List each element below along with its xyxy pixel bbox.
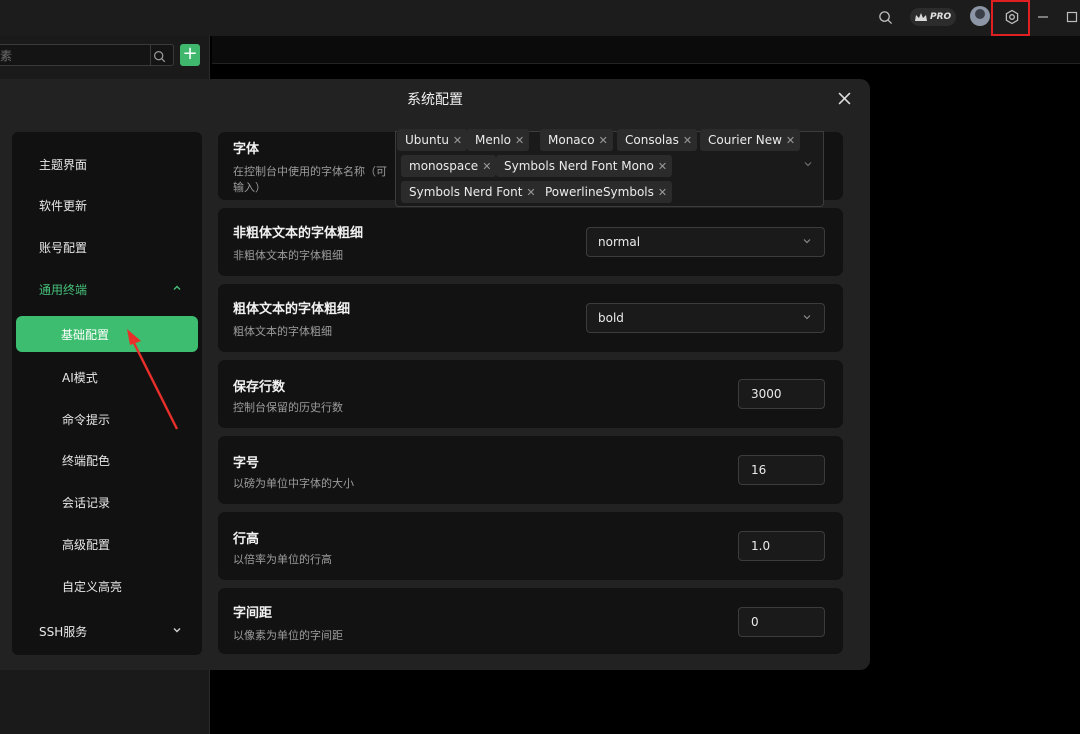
tag-close-icon[interactable]: ✕ — [453, 134, 462, 147]
nav-item-advanced[interactable]: 高级配置 — [12, 528, 202, 560]
setting-title: 非粗体文本的字体粗细 — [233, 226, 364, 241]
nav-item-label: 主题界面 — [39, 157, 88, 172]
setting-desc: 控制台保留的历史行数 — [233, 401, 343, 414]
nav-item-session-log[interactable]: 会话记录 — [12, 486, 202, 518]
nav-item-ssh-service[interactable]: SSH服务 — [12, 615, 202, 647]
font-tag[interactable]: Menlo ✕ — [467, 129, 530, 151]
nav-item-label: 会话记录 — [62, 495, 111, 510]
font-family-select[interactable]: Ubuntu ✕ Menlo ✕ Monaco ✕ Consolas ✕ Courier… — [395, 129, 824, 207]
chevron-down-icon — [802, 236, 812, 249]
font-tag[interactable]: Symbols Nerd Font Mono ✕ — [496, 155, 673, 177]
bold-weight-select[interactable]: bold — [586, 303, 825, 333]
nav-item-label: SSH服务 — [39, 624, 88, 639]
close-icon[interactable] — [834, 88, 854, 108]
nav-item-label: AI模式 — [62, 370, 98, 385]
font-tag[interactable]: monospace ✕ — [401, 155, 497, 177]
tag-close-icon[interactable]: ✕ — [482, 160, 491, 173]
input-value: 16 — [751, 463, 767, 477]
nav-item-theme[interactable]: 主题界面 — [12, 148, 202, 180]
input-value: 0 — [751, 615, 759, 629]
annotation-arrow — [127, 329, 179, 430]
select-value: bold — [598, 311, 624, 325]
session-search-input[interactable]: 素 — [0, 44, 174, 66]
nav-item-label: 基础配置 — [61, 327, 110, 342]
nav-item-label: 账号配置 — [39, 240, 88, 255]
font-tag[interactable]: Courier New ✕ — [700, 129, 801, 151]
title-bar: PRO — [0, 0, 1080, 36]
font-tag[interactable]: Consolas ✕ — [617, 129, 698, 151]
search-placeholder: 素 — [0, 49, 13, 63]
gear-highlight-box — [991, 0, 1030, 36]
nav-item-general-terminal[interactable]: 通用终端 — [12, 273, 202, 305]
setting-title: 字体 — [233, 142, 260, 157]
tag-close-icon[interactable]: ✕ — [683, 134, 692, 147]
search-icon[interactable] — [153, 48, 166, 67]
setting-desc: 粗体文本的字体粗细 — [233, 325, 332, 338]
modal-title: 系统配置 — [407, 92, 463, 108]
setting-title: 字号 — [233, 456, 260, 471]
nav-item-label: 高级配置 — [62, 537, 111, 552]
nav-item-update[interactable]: 软件更新 — [12, 189, 202, 221]
tag-close-icon[interactable]: ✕ — [786, 134, 795, 147]
scrollback-input[interactable]: 3000 — [738, 379, 825, 409]
tag-close-icon[interactable]: ✕ — [658, 160, 667, 173]
nav-item-label: 自定义高亮 — [62, 579, 123, 594]
nav-item-custom-highlight[interactable]: 自定义高亮 — [12, 570, 202, 602]
setting-title: 保存行数 — [233, 380, 286, 395]
chevron-down-icon — [803, 159, 813, 172]
setting-title: 字间距 — [233, 606, 273, 621]
select-value: normal — [598, 235, 641, 249]
setting-desc: 以倍率为单位的行高 — [233, 553, 332, 566]
font-tag[interactable]: Ubuntu ✕ — [397, 129, 468, 151]
minimize-icon[interactable] — [1035, 6, 1051, 28]
tag-close-icon[interactable]: ✕ — [658, 186, 667, 199]
crown-icon — [915, 13, 927, 21]
setting-desc: 在控制台中使用的字体名称（可 输入） — [233, 165, 387, 194]
tag-close-icon[interactable]: ✕ — [526, 186, 535, 199]
search-divider — [150, 45, 151, 65]
nav-item-label: 终端配色 — [62, 453, 111, 468]
font-tag[interactable]: Monaco ✕ — [540, 129, 613, 151]
chevron-up-icon — [172, 283, 182, 296]
setting-title: 粗体文本的字体粗细 — [233, 302, 351, 317]
setting-desc: 以像素为单位的字间距 — [233, 629, 343, 642]
font-tag[interactable]: PowerlineSymbols ✕ — [537, 181, 673, 203]
font-tag[interactable]: Symbols Nerd Font ✕ — [401, 181, 541, 203]
avatar[interactable] — [970, 6, 990, 26]
input-value: 1.0 — [751, 539, 771, 553]
nav-item-label: 通用终端 — [39, 282, 88, 297]
nav-item-account[interactable]: 账号配置 — [12, 231, 202, 263]
tag-close-icon[interactable]: ✕ — [515, 134, 524, 147]
nav-item-label: 软件更新 — [39, 198, 88, 213]
setting-desc: 非粗体文本的字体粗细 — [233, 249, 343, 262]
terminal-tab-strip — [212, 36, 1080, 64]
tag-close-icon[interactable]: ✕ — [599, 134, 608, 147]
nav-item-terminal-colors[interactable]: 终端配色 — [12, 444, 202, 476]
letter-spacing-input[interactable]: 0 — [738, 607, 825, 637]
setting-desc: 以磅为单位中字体的大小 — [233, 477, 354, 490]
chevron-down-icon — [172, 625, 182, 638]
search-icon[interactable] — [876, 6, 894, 28]
setting-title: 行高 — [233, 532, 260, 547]
pro-badge[interactable]: PRO — [910, 8, 956, 26]
nav-item-label: 命令提示 — [62, 412, 111, 427]
maximize-icon[interactable] — [1064, 6, 1080, 28]
add-session-button[interactable]: + — [180, 44, 200, 66]
line-height-input[interactable]: 1.0 — [738, 531, 825, 561]
font-size-input[interactable]: 16 — [738, 455, 825, 485]
pro-label: PRO — [930, 12, 952, 22]
normal-weight-select[interactable]: normal — [586, 227, 825, 257]
chevron-down-icon — [802, 312, 812, 325]
input-value: 3000 — [751, 387, 782, 401]
